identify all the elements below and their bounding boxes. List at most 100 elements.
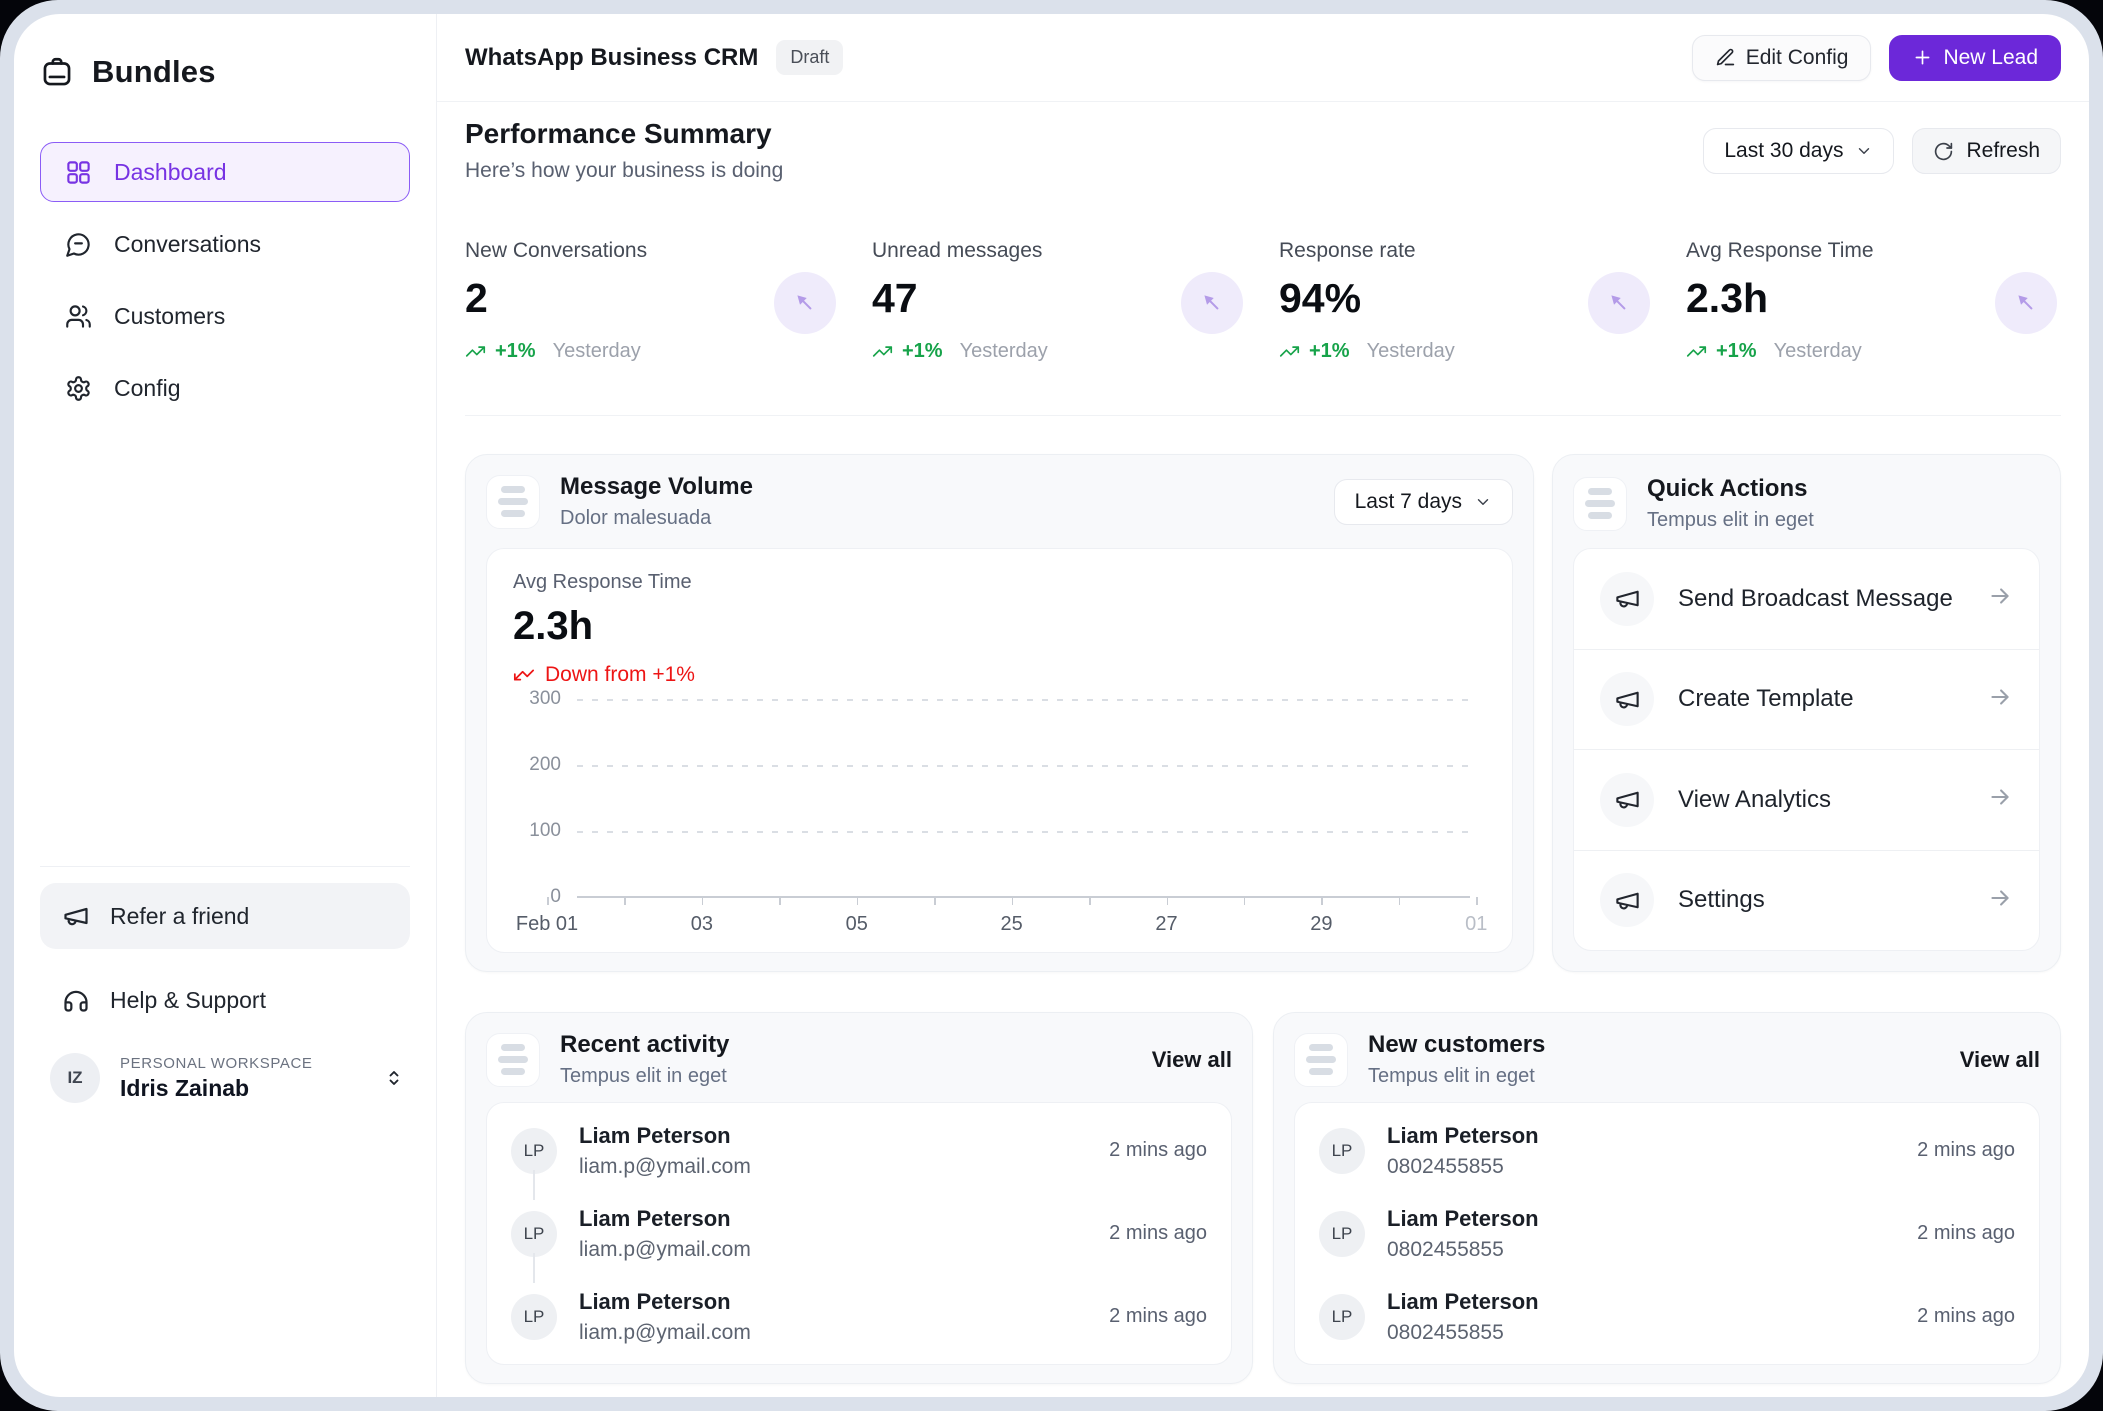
gridline-100 [577,831,1470,833]
workspace-selector[interactable]: IZ PERSONAL WORKSPACE Idris Zainab [40,1053,410,1103]
workspace-name: Idris Zainab [120,1075,382,1102]
performance-controls: Last 30 days Refresh [1703,128,2061,174]
sidebar-item-label: Config [114,375,180,402]
person-email: liam.p@ymail.com [579,1155,751,1179]
new-customers-card: New customers Tempus elit in eget View a… [1273,1012,2061,1384]
sidebar-item-customers[interactable]: Customers [40,286,410,346]
list-tile-icon [1294,1033,1348,1087]
performance-titles: Performance Summary Here’s how your busi… [465,118,783,183]
refresh-label: Refresh [1966,139,2040,163]
card-title: Recent activity [560,1031,729,1059]
y-tick-label: 100 [513,820,561,842]
dashboard-content: Performance Summary Here’s how your busi… [437,102,2089,1397]
y-tick-label: 200 [513,754,561,776]
sidebar: Bundles Dashboard Conversations Customer… [14,14,437,1397]
help-support-button[interactable]: Help & Support [40,973,410,1027]
avatar: LP [511,1128,557,1174]
stat-bubble [1995,272,2057,334]
workspace-meta: PERSONAL WORKSPACE Idris Zainab [120,1055,382,1102]
help-support-label: Help & Support [110,987,266,1014]
avatar: LP [511,1211,557,1257]
arrow-right-icon [1987,583,2013,614]
person-meta: Liam Peterson 0802455855 [1387,1289,1539,1345]
message-volume-titles: Message Volume Dolor malesuada [560,473,753,530]
quick-action-send-broadcast[interactable]: Send Broadcast Message [1574,549,2039,649]
stat-trend-period: Yesterday [1367,340,1455,363]
x-tick-label: 25 [1001,913,1023,936]
megaphone-icon [1600,672,1654,726]
chart-range-label: Last 7 days [1355,490,1462,514]
quick-action-settings[interactable]: Settings [1574,850,2039,951]
chart-metric-label: Avg Response Time [513,571,1486,594]
edit-config-button[interactable]: Edit Config [1692,35,1872,81]
stat-bubble [1588,272,1650,334]
stat-label: New Conversations [465,239,647,263]
refresh-icon [1933,141,1954,162]
sidebar-item-config[interactable]: Config [40,358,410,418]
megaphone-icon [62,902,90,930]
stat-body: Unread messages 47 +1% Yesterday [872,239,1048,367]
sidebar-item-dashboard[interactable]: Dashboard [40,142,410,202]
stat-avg-response-time: Avg Response Time 2.3h +1% Yesterday [1686,239,2061,367]
stat-trend-period: Yesterday [553,340,641,363]
megaphone-icon [1600,873,1654,927]
app-logo: Bundles [40,50,410,94]
main-area: WhatsApp Business CRM Draft Edit Config … [437,14,2089,1397]
timestamp: 2 mins ago [1917,1139,2015,1162]
stat-value: 94% [1279,275,1455,322]
sidebar-item-conversations[interactable]: Conversations [40,214,410,274]
view-all-link[interactable]: View all [1960,1047,2040,1073]
stat-trend: +1% Yesterday [1279,340,1455,363]
person-name: Liam Peterson [1387,1123,1539,1149]
customer-row: LP Liam Peterson 0802455855 2 mins ago [1319,1113,2015,1189]
quick-action-label: View Analytics [1678,786,1831,814]
card-subtitle: Tempus elit in eget [560,1065,729,1088]
x-axis-line [577,896,1470,898]
date-range-dropdown[interactable]: Last 30 days [1703,128,1894,174]
recent-activity-header-left: Recent activity Tempus elit in eget [486,1031,729,1088]
person-phone: 0802455855 [1387,1155,1539,1179]
card-title: Quick Actions [1647,475,1814,503]
stat-trend-value: +1% [1309,340,1350,363]
person-name: Liam Peterson [579,1206,751,1232]
arrow-right-icon [1987,684,2013,715]
quick-actions-list: Send Broadcast Message Create Template V… [1573,548,2040,951]
gridline-300 [577,699,1470,701]
chart-metric-trend-label: Down from +1% [545,663,695,687]
stat-trend-period: Yesterday [1774,340,1862,363]
workspace-type: PERSONAL WORKSPACE [120,1055,382,1072]
stat-value: 2.3h [1686,275,1874,322]
x-tick-label: 27 [1155,913,1177,936]
sidebar-spacer [40,418,410,866]
refer-a-friend-button[interactable]: Refer a friend [40,883,410,949]
line-chart: 300 200 100 0 [513,699,1486,941]
new-lead-label: New Lead [1943,46,2038,70]
stat-trend: +1% Yesterday [1686,340,1874,363]
stat-trend-period: Yesterday [960,340,1048,363]
person-meta: Liam Peterson 0802455855 [1387,1123,1539,1179]
refresh-button[interactable]: Refresh [1912,128,2061,174]
person-meta: Liam Peterson liam.p@ymail.com [579,1206,751,1262]
grid-icon [65,159,92,186]
quick-action-view-analytics[interactable]: View Analytics [1574,749,2039,850]
chart-range-dropdown[interactable]: Last 7 days [1334,479,1513,525]
quick-action-create-template[interactable]: Create Template [1574,649,2039,750]
person-phone: 0802455855 [1387,1321,1539,1345]
arrow-right-icon [1987,784,2013,815]
new-customers-list: LP Liam Peterson 0802455855 2 mins ago L… [1294,1102,2040,1365]
list-tile-icon [1573,477,1627,531]
stat-bubble [774,272,836,334]
stat-trend-value: +1% [495,340,536,363]
sidebar-nav: Dashboard Conversations Customers Config [40,142,410,418]
card-subtitle: Tempus elit in eget [1368,1065,1545,1088]
timestamp: 2 mins ago [1109,1222,1207,1245]
view-all-link[interactable]: View all [1152,1047,1232,1073]
person-meta: Liam Peterson liam.p@ymail.com [579,1289,751,1345]
stat-bubble [1181,272,1243,334]
date-range-label: Last 30 days [1724,139,1843,163]
stats-row: New Conversations 2 +1% Yesterday [465,239,2061,367]
new-lead-button[interactable]: New Lead [1889,35,2061,81]
chart-panel: Avg Response Time 2.3h Down from +1% 300… [486,548,1513,953]
recent-activity-card: Recent activity Tempus elit in eget View… [465,1012,1253,1384]
avatar: LP [1319,1128,1365,1174]
